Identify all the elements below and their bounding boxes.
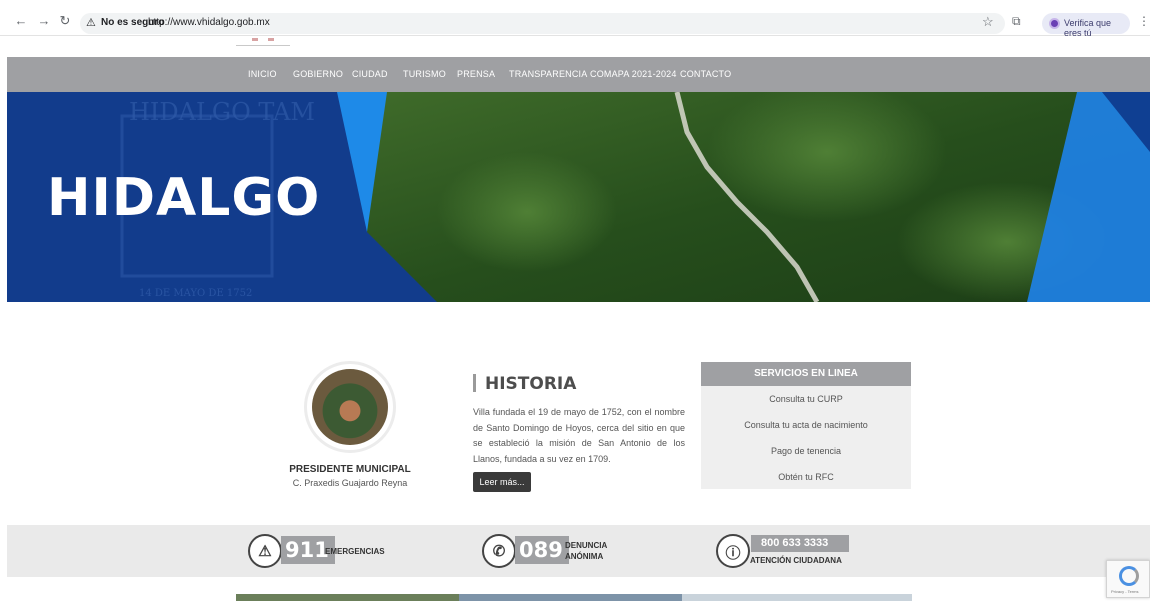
president-title: PRESIDENTE MUNICIPAL xyxy=(289,464,411,475)
servicio-acta[interactable]: Consulta tu acta de nacimiento xyxy=(701,420,911,430)
profile-chip[interactable]: Verifica que eres tú xyxy=(1042,13,1130,38)
menu-kebab-icon[interactable]: ⋮ xyxy=(1138,14,1150,28)
forward-icon[interactable]: → xyxy=(37,14,51,28)
watermark-bottom: 14 DE MAYO DE 1752 xyxy=(139,288,253,299)
gallery-strip xyxy=(236,594,912,601)
atencion-label: ATENCIÓN CIUDADANA xyxy=(750,556,842,565)
servicio-curp[interactable]: Consulta tu CURP xyxy=(701,394,911,404)
nav-inicio[interactable]: INICIO xyxy=(248,69,277,79)
president-photo[interactable] xyxy=(304,361,396,453)
nav-comapa[interactable]: COMAPA 2021-2024 xyxy=(590,69,677,79)
browser-toolbar: ← → ↻ ⚠ No es seguro http://www.vhidalgo… xyxy=(0,0,1150,38)
historia-title: HISTORIA xyxy=(485,374,577,394)
reload-icon[interactable]: ↻ xyxy=(58,14,72,28)
watermark-top: HIDALGO TAM xyxy=(129,98,315,126)
hotlines-bar xyxy=(7,525,1150,577)
servicio-rfc[interactable]: Obtén tu RFC xyxy=(701,472,911,482)
profile-label: Verifica que eres tú xyxy=(1064,18,1112,38)
servicios-panel: SERVICIOS EN LINEA Consulta tu CURP Cons… xyxy=(701,362,911,489)
info-person-icon: ⓘ xyxy=(716,534,750,568)
nav-turismo[interactable]: TURISMO xyxy=(403,69,446,79)
hero-banner: HIDALGO TAM 14 DE MAYO DE 1752 HIDALGO xyxy=(7,92,1150,302)
atencion-number[interactable]: 800 633 3333 xyxy=(751,535,849,552)
denuncia-label-2: ANÓNIMA xyxy=(565,552,604,561)
site-logo[interactable] xyxy=(236,36,290,46)
nav-transparencia[interactable]: TRANSPARENCIA xyxy=(509,69,587,79)
hero-title: HIDALGO xyxy=(47,168,321,228)
back-icon[interactable]: ← xyxy=(14,14,28,28)
nav-gobierno[interactable]: GOBIERNO xyxy=(293,69,343,79)
recaptcha-text[interactable]: Privacy - Terms xyxy=(1111,589,1138,594)
warning-triangle-icon: ⚠ xyxy=(248,534,282,568)
servicios-title: SERVICIOS EN LINEA xyxy=(701,362,911,386)
extensions-icon[interactable]: ⧉ xyxy=(1012,14,1021,29)
url-text[interactable]: http://www.vhidalgo.gob.mx xyxy=(148,17,270,28)
phone-icon: ✆ xyxy=(482,534,516,568)
nav-contacto[interactable]: CONTACTO xyxy=(680,69,731,79)
nav-ciudad[interactable]: CIUDAD xyxy=(352,69,388,79)
main-nav: INICIO GOBIERNO CIUDAD TURISMO PRENSA TR… xyxy=(7,57,1150,92)
denuncia-label-1: DENUNCIA xyxy=(565,541,608,550)
warning-icon: ⚠ xyxy=(86,16,96,29)
nav-prensa[interactable]: PRENSA xyxy=(457,69,495,79)
emergency-label: EMERGENCIAS xyxy=(325,547,385,556)
servicio-tenencia[interactable]: Pago de tenencia xyxy=(701,446,911,456)
recaptcha-badge[interactable]: Privacy - Terms xyxy=(1106,560,1150,598)
denuncia-number[interactable]: 089 xyxy=(515,536,569,564)
historia-text: Villa fundada el 19 de mayo de 1752, con… xyxy=(473,407,685,464)
address-bar[interactable]: ⚠ No es seguro http://www.vhidalgo.gob.m… xyxy=(80,13,1005,34)
historia-accent-bar xyxy=(473,374,476,392)
bookmark-star-icon[interactable]: ☆ xyxy=(982,14,994,30)
president-name: C. Praxedis Guajardo Reyna xyxy=(292,478,408,488)
profile-icon xyxy=(1049,18,1060,29)
recaptcha-icon xyxy=(1119,566,1139,586)
leer-mas-button[interactable]: Leer más... xyxy=(473,472,531,492)
